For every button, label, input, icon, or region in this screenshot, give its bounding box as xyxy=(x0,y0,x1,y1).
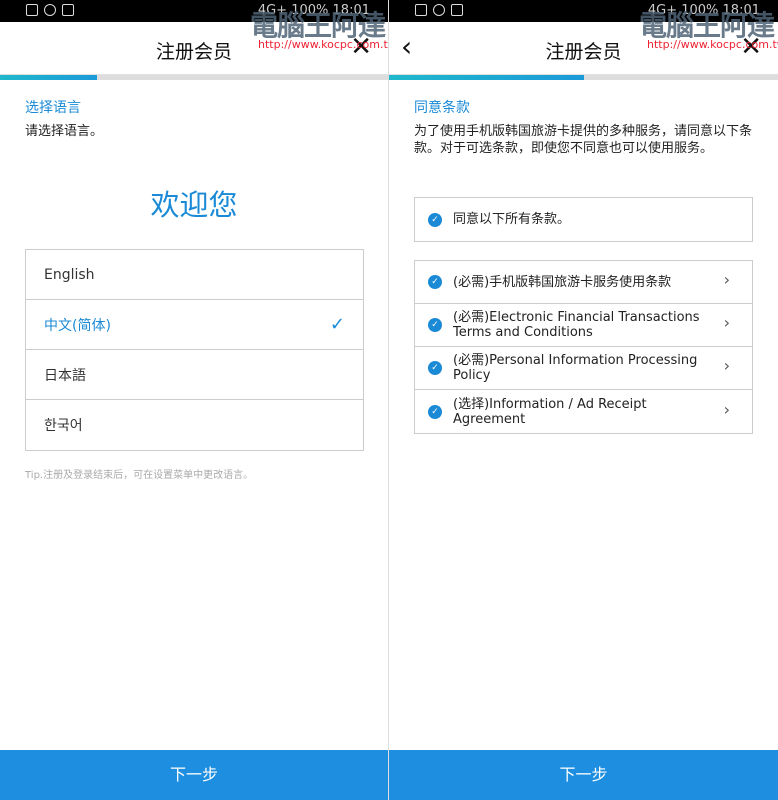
language-option-english[interactable]: English xyxy=(26,250,363,300)
image-icon xyxy=(415,4,427,16)
chevron-right-icon: › xyxy=(723,356,730,375)
welcome-text: 欢迎您 xyxy=(150,188,238,222)
description: 请选择语言。 xyxy=(25,124,104,139)
term-item[interactable]: ✓ (选择)Information / Ad Receipt Agreement › xyxy=(415,390,752,433)
language-label: 日本語 xyxy=(44,367,86,384)
language-option-chinese[interactable]: 中文(简体) ✓ xyxy=(26,300,363,350)
check-circle-icon: ✓ xyxy=(428,404,442,419)
section-title: 同意条款 xyxy=(414,100,470,116)
term-label: (必需)Personal Information Processing Poli… xyxy=(453,353,698,383)
term-item[interactable]: ✓ (必需)Electronic Financial Transactions T… xyxy=(415,304,752,347)
terms-list: ✓ (必需)手机版韩国旅游卡服务使用条款 › ✓ (必需)Electronic Fin… xyxy=(414,260,753,434)
watermark-url: http://www.kocpc.com.tw xyxy=(258,38,389,51)
chevron-right-icon: › xyxy=(723,399,730,419)
term-item[interactable]: ✓ (必需)手机版韩国旅游卡服务使用条款 › xyxy=(415,261,752,304)
description: 为了使用手机版韩国旅游卡提供的多种服务，请同意以下条款。对于可选条款，即使您不同… xyxy=(414,124,753,156)
wifi-icon xyxy=(451,4,463,16)
language-screen: 4G+ 100% 18:01 注册会员 ✕ 选择语言 请选择语言。 欢迎您 En… xyxy=(0,0,389,800)
image-icon xyxy=(26,4,38,16)
next-button[interactable]: 下一步 xyxy=(0,750,388,800)
term-label: (选择)Information / Ad Receipt Agreement xyxy=(453,396,647,427)
agree-all-checkbox[interactable]: ✓ 同意以下所有条款。 xyxy=(415,198,752,241)
next-button[interactable]: 下一步 xyxy=(389,750,778,800)
wifi-icon xyxy=(62,4,74,16)
language-list: English 中文(简体) ✓ 日本語 한국어 xyxy=(25,249,364,451)
chevron-right-icon: › xyxy=(723,270,730,289)
term-label: (必需)Electronic Financial Transactions Te… xyxy=(453,310,700,340)
agree-all-box: ✓ 同意以下所有条款。 xyxy=(414,197,753,242)
check-circle-icon: ✓ xyxy=(428,318,442,332)
language-option-korean[interactable]: 한국어 xyxy=(26,400,363,450)
language-option-japanese[interactable]: 日本語 xyxy=(26,350,363,400)
progress-fill xyxy=(389,75,584,80)
progress-fill xyxy=(0,75,97,80)
term-label: (必需)手机版韩国旅游卡服务使用条款 xyxy=(453,274,672,290)
language-label: 中文(简体) xyxy=(44,317,111,334)
check-circle-icon: ✓ xyxy=(428,275,442,289)
checkmark-icon: ✓ xyxy=(329,314,345,335)
chevron-right-icon: › xyxy=(723,313,730,332)
shield-icon xyxy=(433,4,445,16)
agree-all-label: 同意以下所有条款。 xyxy=(453,212,571,227)
term-item[interactable]: ✓ (必需)Personal Information Processing Pol… xyxy=(415,347,752,390)
progress-bar xyxy=(389,75,778,80)
section-title: 选择语言 xyxy=(25,100,81,116)
language-label: English xyxy=(44,266,95,283)
watermark-url: http://www.kocpc.com.tw xyxy=(647,38,778,51)
shield-icon xyxy=(44,4,56,16)
language-label: 한국어 xyxy=(44,418,83,434)
check-circle-icon: ✓ xyxy=(428,361,442,375)
check-circle-icon: ✓ xyxy=(428,212,442,227)
progress-bar xyxy=(0,75,388,80)
terms-screen: 4G+ 100% 18:01 ‹ 注册会员 ✕ 同意条款 为了使用手机版韩国旅游… xyxy=(389,0,778,800)
tip-text: Tip.注册及登录结束后，可在设置菜单中更改语言。 xyxy=(25,470,254,481)
